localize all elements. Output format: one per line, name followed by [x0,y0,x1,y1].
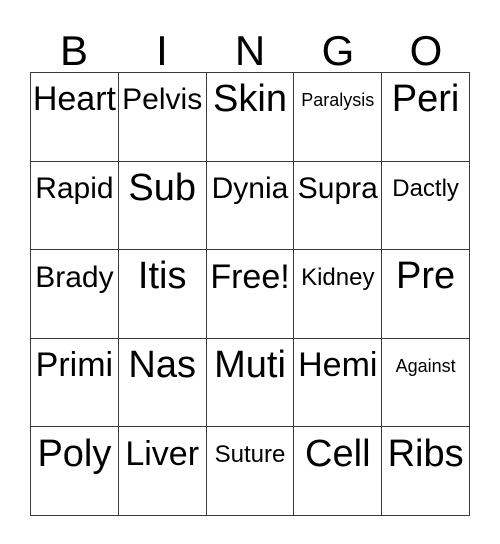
bingo-header-letter-b: B [30,14,118,72]
bingo-cell-label: Dactly [392,175,459,203]
bingo-cell-r5c5[interactable]: Ribs [382,427,470,516]
bingo-cell-label: Brady [35,260,114,294]
bingo-header-letter-n-text: N [234,27,266,74]
bingo-cell-label: Free! [210,257,290,296]
bingo-cell-label: Pre [396,255,456,298]
bingo-grid: Heart Pelvis Skin Paralysis Peri Rapid S… [30,72,470,516]
bingo-cell-label: Against [395,355,456,376]
bingo-cell-label: Nas [128,344,196,386]
bingo-cell-r1c4[interactable]: Paralysis [294,73,383,162]
bingo-cell-free-space[interactable]: Free! [206,250,295,339]
bingo-card: B I N G O Heart Pelvis Skin Paralysis Pe… [0,0,500,544]
bingo-cell-r4c3[interactable]: Muti [206,338,295,428]
bingo-cell-label: Supra [297,171,378,205]
bingo-header-row: B I N G O [30,14,470,72]
bingo-cell-label: Cell [305,432,371,475]
bingo-cell-label: Peri [391,78,460,121]
bingo-cell-r1c3[interactable]: Skin [206,73,295,162]
bingo-cell-r2c3[interactable]: Dynia [206,161,295,251]
bingo-cell-r4c1[interactable]: Primi [31,338,119,428]
bingo-cell-label: Liver [125,434,200,473]
bingo-cell-label: Hemi [298,346,378,385]
bingo-header-letter-i: I [118,14,206,72]
bingo-cell-r3c1[interactable]: Brady [31,250,119,339]
bingo-cell-r4c5[interactable]: Against [382,338,470,428]
bingo-cell-r2c5[interactable]: Dactly [382,161,470,251]
bingo-cell-label: Pelvis [122,83,203,117]
bingo-cell-r4c2[interactable]: Nas [118,338,207,428]
bingo-cell-label: Sub [128,166,196,209]
bingo-cell-label: Poly [37,432,112,475]
bingo-cell-r1c1[interactable]: Heart [31,73,119,162]
bingo-cell-label: Skin [213,78,287,121]
bingo-cell-r5c1[interactable]: Poly [31,427,119,516]
bingo-header-letter-o-text: O [409,27,443,74]
bingo-cell-label: Kidney [301,263,375,291]
bingo-header-letter-n: N [206,14,294,72]
bingo-cell-label: Primi [35,346,114,385]
bingo-cell-r2c2[interactable]: Sub [118,161,207,251]
bingo-cell-label: Suture [214,440,286,468]
bingo-cell-label: Muti [214,344,286,386]
bingo-cell-label: Itis [137,255,187,298]
bingo-cell-r5c4[interactable]: Cell [294,427,383,516]
bingo-cell-r1c2[interactable]: Pelvis [118,73,207,162]
bingo-cell-r3c2[interactable]: Itis [118,250,207,339]
bingo-cell-r1c5[interactable]: Peri [382,73,470,162]
bingo-cell-r2c4[interactable]: Supra [294,161,383,251]
bingo-cell-r4c4[interactable]: Hemi [294,338,383,428]
bingo-header-letter-b-text: B [59,27,88,74]
bingo-cell-label: Rapid [35,171,114,205]
bingo-cell-r5c2[interactable]: Liver [118,427,207,516]
bingo-cell-label: Ribs [387,432,464,475]
bingo-cell-r3c4[interactable]: Kidney [294,250,383,339]
bingo-header-letter-g-text: G [321,27,355,74]
bingo-cell-r5c3[interactable]: Suture [206,427,295,516]
bingo-cell-r2c1[interactable]: Rapid [31,161,119,251]
bingo-header-letter-o: O [382,14,470,72]
bingo-cell-label: Paralysis [301,89,375,110]
bingo-header-letter-g: G [294,14,382,72]
bingo-cell-r3c5[interactable]: Pre [382,250,470,339]
bingo-cell-label: Heart [32,80,116,119]
bingo-header-letter-i-text: I [156,27,168,74]
bingo-cell-label: Dynia [211,171,289,205]
